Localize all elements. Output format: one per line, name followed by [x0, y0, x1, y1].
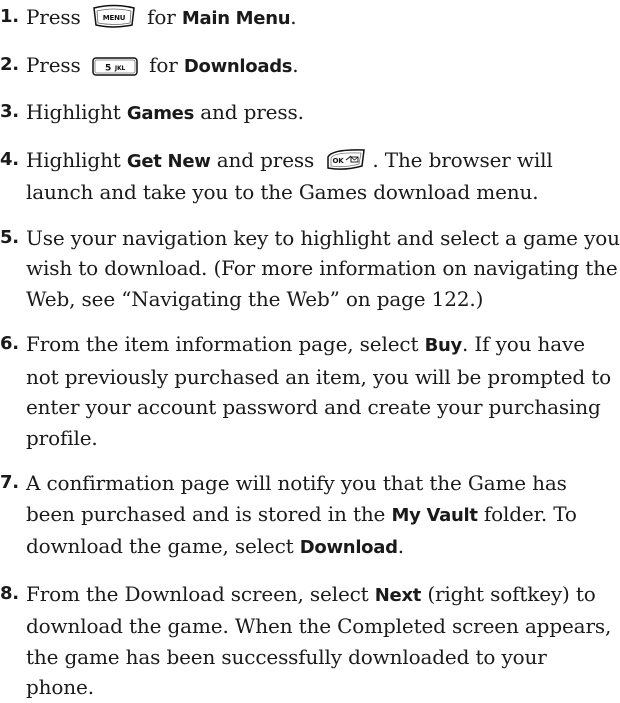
step-bold-text: My Vault — [391, 504, 478, 526]
step-text: . — [397, 534, 404, 558]
step-6: 6. From the item information page, selec… — [0, 329, 620, 453]
step-text: and press. — [200, 100, 304, 124]
step-1: 1. Press MENU for Main Menu. — [0, 2, 620, 35]
step-5: 5. Use your navigation key to highlight … — [0, 223, 620, 315]
key-number: 5 — [105, 63, 111, 73]
step-text: Press — [26, 5, 81, 29]
menu-key-label: MENU — [103, 14, 126, 22]
step-bold-text: Download — [299, 537, 398, 558]
step-text: . — [292, 52, 299, 77]
step-text: . — [290, 5, 297, 29]
step-bold-text: Games — [126, 103, 195, 124]
number-5-key-icon: 5 JKL — [91, 56, 139, 78]
step-text: From the item information page, select — [26, 332, 419, 356]
step-number: 2. — [0, 53, 19, 75]
step-bold-text: Buy — [424, 335, 463, 356]
step-number: 6. — [0, 333, 19, 354]
step-text: for — [147, 5, 176, 29]
key-letters: JKL — [114, 65, 126, 72]
step-bold-text: Get New — [126, 150, 211, 172]
step-text: Press — [26, 52, 81, 77]
step-4: 4. Highlight Get New and press OK. The b… — [0, 145, 620, 208]
step-bold-text: Main Menu — [181, 8, 291, 29]
step-text: and press — [216, 147, 315, 172]
step-text: From the Download screen, select — [26, 581, 369, 606]
step-7: 7. A confirmation page will notify you t… — [0, 468, 620, 564]
step-number: 4. — [0, 148, 19, 170]
step-text: Use your navigation key to highlight and… — [26, 225, 620, 311]
step-text: for — [149, 52, 178, 77]
step-2: 2. Press 5 JKL for Downloads. — [0, 50, 620, 83]
ok-key-icon: OK — [324, 147, 368, 173]
step-number: 5. — [0, 226, 19, 248]
step-number: 7. — [0, 472, 19, 493]
step-number: 8. — [0, 582, 19, 604]
instruction-page: 1. Press MENU for Main Menu. 2. Press 5J… — [0, 0, 620, 699]
step-bold-text: Downloads — [183, 55, 293, 77]
step-number: 1. — [0, 6, 19, 27]
menu-key-icon: MENU — [91, 4, 137, 30]
step-number: 3. — [0, 101, 19, 122]
step-text: Highlight — [26, 100, 121, 124]
step-8: 8. From the Download screen, select Next… — [0, 579, 620, 703]
step-3: 3. Highlight Games and press. — [0, 97, 620, 130]
step-bold-text: Next — [374, 584, 422, 606]
ok-key-label: OK — [333, 157, 345, 165]
step-text: Highlight — [26, 147, 121, 172]
